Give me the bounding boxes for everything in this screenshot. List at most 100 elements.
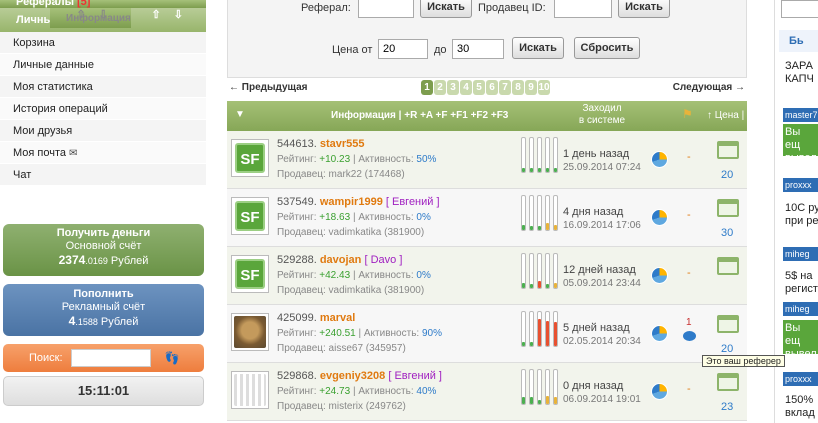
page-link[interactable]: 5 xyxy=(473,80,485,95)
stats-pie-icon[interactable] xyxy=(651,209,668,226)
page-numbers: 1 2 3 4 5 6 7 8 9 10 xyxy=(421,80,550,95)
activity-bar xyxy=(521,195,526,231)
user-badge[interactable]: proxxx xyxy=(783,178,818,192)
search-input[interactable] xyxy=(70,349,151,367)
stats-pie-icon[interactable] xyxy=(651,383,668,400)
user-nick[interactable]: stavr555 xyxy=(320,138,365,150)
eye-icon[interactable] xyxy=(683,331,696,341)
user-badge[interactable]: miheg xyxy=(783,247,818,261)
user-nick[interactable]: evgeniy3208 xyxy=(320,370,385,382)
seller-value: misterix (249762) xyxy=(328,401,406,412)
sidebar-search: Поиск: 👣 xyxy=(3,344,204,372)
prev-page-link[interactable]: ← Предыдущая xyxy=(229,82,308,93)
footprints-icon[interactable]: 👣 xyxy=(165,351,180,365)
user-id: 537549. xyxy=(277,196,317,208)
user-nick[interactable]: marval xyxy=(320,312,355,324)
promo-box[interactable]: Вы ещ вывел xyxy=(783,320,818,360)
avatar[interactable]: SF xyxy=(231,139,269,177)
search-price-button[interactable]: Искать xyxy=(512,37,564,59)
activity-bars xyxy=(521,137,558,173)
activity-bar xyxy=(537,369,542,405)
sf-logo-icon: SF xyxy=(235,259,265,289)
activity-value: 90% xyxy=(421,328,442,339)
user-nick[interactable]: davojan xyxy=(320,254,362,266)
pagination: ← Предыдущая 1 2 3 4 5 6 7 8 9 10 Следующая → xyxy=(227,80,747,96)
page-link[interactable]: 9 xyxy=(525,80,537,95)
activity-bar xyxy=(537,195,542,231)
collapse-arrows-icon[interactable]: ⇧ ⇩ xyxy=(152,8,189,21)
price-value: 30 xyxy=(721,227,734,239)
page-link[interactable]: 7 xyxy=(499,80,511,95)
sidebar-item-cart[interactable]: Корзина xyxy=(0,32,206,54)
avatar[interactable]: SF xyxy=(231,197,269,235)
activity-value: 40% xyxy=(416,386,437,397)
user-badge[interactable]: miheg xyxy=(783,302,818,316)
search-referral-button[interactable]: Искать xyxy=(420,0,472,18)
header-price[interactable]: ↑ Цена | xyxy=(707,110,744,121)
sidebar-item-my-stats[interactable]: Моя статистика xyxy=(0,76,206,98)
user-nick[interactable]: wampir1999 xyxy=(320,196,383,208)
search-seller-button[interactable]: Искать xyxy=(618,0,670,18)
cart-icon[interactable] xyxy=(717,199,739,217)
right-panel-input[interactable] xyxy=(781,0,818,18)
avatar[interactable] xyxy=(231,371,269,409)
activity-bar xyxy=(529,253,534,289)
section-information[interactable]: Информация ⇧ ⇩ xyxy=(50,8,131,28)
rating-value: +42.43 xyxy=(319,270,351,281)
next-page-link[interactable]: Следующая → xyxy=(673,82,745,93)
activity-bar xyxy=(553,369,558,405)
activity-bar xyxy=(529,137,534,173)
search-label: Поиск: xyxy=(29,352,63,364)
sidebar-item-chat[interactable]: Чат xyxy=(0,164,206,186)
topup-button[interactable]: Пополнить Рекламный счёт 4.1588 Рублей xyxy=(3,284,204,336)
user-photo xyxy=(234,316,266,348)
seller-id-label: Продавец ID: xyxy=(478,2,546,14)
sf-logo-icon: SF xyxy=(235,143,265,173)
page-link[interactable]: 4 xyxy=(460,80,472,95)
promo-box[interactable]: Вы ещ вывел xyxy=(783,124,818,164)
price-from-input[interactable] xyxy=(378,39,428,59)
tab-right[interactable]: Бь xyxy=(779,30,818,52)
seller-id-input[interactable] xyxy=(554,0,612,18)
stats-pie-icon[interactable] xyxy=(651,151,668,168)
activity-bar xyxy=(545,253,550,289)
collapse-arrows-icon[interactable]: ⇧ ⇩ xyxy=(76,8,113,23)
page-link[interactable]: 3 xyxy=(447,80,459,95)
stats-pie-icon[interactable] xyxy=(651,325,668,342)
cart-icon[interactable] xyxy=(717,315,739,333)
stats-pie-icon[interactable] xyxy=(651,267,668,284)
cart-icon[interactable] xyxy=(717,141,739,159)
page-link[interactable]: 1 xyxy=(421,80,433,95)
page-link[interactable]: 6 xyxy=(486,80,498,95)
page-link[interactable]: 8 xyxy=(512,80,524,95)
header-last-login[interactable]: Заходил в системе xyxy=(577,103,627,127)
sidebar-item-referrals[interactable]: Рефералы [5] xyxy=(0,0,206,8)
page-link[interactable]: 2 xyxy=(434,80,446,95)
withdraw-money-button[interactable]: Получить деньги Основной счёт 2374.0169 … xyxy=(3,224,204,276)
cart-icon[interactable] xyxy=(717,373,739,391)
reset-button[interactable]: Сбросить xyxy=(574,37,640,59)
main-content: Реферал: Искать Продавец ID: Искать Цена… xyxy=(227,0,785,423)
user-badge[interactable]: proxxx xyxy=(783,372,818,386)
sidebar-item-history[interactable]: История операций xyxy=(0,98,206,120)
sidebar-item-mail[interactable]: Моя почта ✉ xyxy=(0,142,206,164)
sort-arrow-icon[interactable]: ▼ xyxy=(235,109,245,120)
activity-bars xyxy=(521,369,558,405)
avatar[interactable] xyxy=(231,313,269,351)
referral-input[interactable] xyxy=(358,0,414,18)
header-info[interactable]: Информация | +R +A +F +F1 +F2 +F3 xyxy=(331,110,508,121)
sidebar-item-personal-data[interactable]: Личные данные xyxy=(0,54,206,76)
user-info: 544613. stavr555 Рейтинг: +10.23 | Актив… xyxy=(277,138,437,180)
activity-bar xyxy=(537,137,542,173)
main-account-label: Основной счёт xyxy=(65,240,142,252)
news-text: 150% xyxy=(785,394,814,406)
user-badge[interactable]: master7 xyxy=(783,108,818,122)
user-info: 537549. wampir1999 [ Евгений ] Рейтинг: … xyxy=(277,196,440,238)
avatar[interactable]: SF xyxy=(231,255,269,293)
cart-icon[interactable] xyxy=(717,257,739,275)
referrals-count: [5] xyxy=(77,0,91,8)
page-link[interactable]: 10 xyxy=(538,80,550,95)
last-visit: 12 дней назад 05.09.2014 23:44 xyxy=(563,264,641,289)
price-to-input[interactable] xyxy=(452,39,504,59)
sidebar-item-friends[interactable]: Мои друзья xyxy=(0,120,206,142)
